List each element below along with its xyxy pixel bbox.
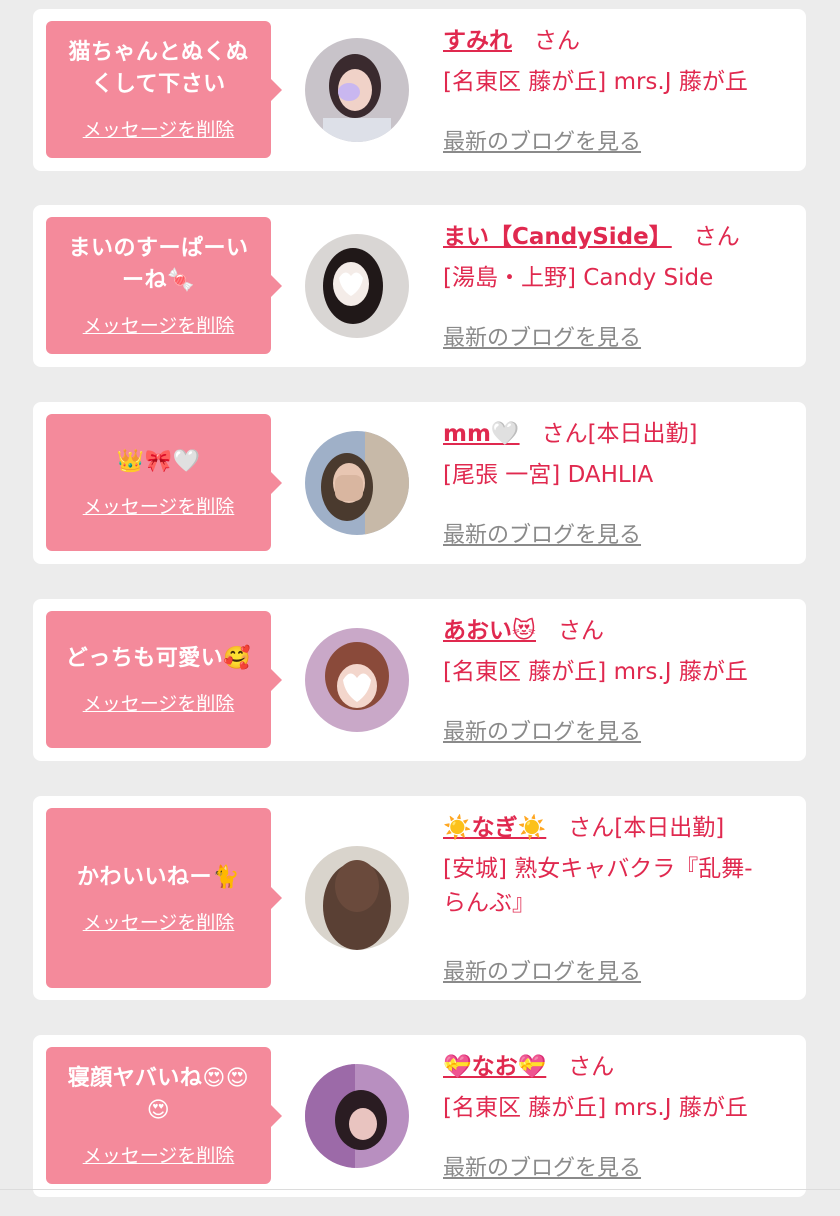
message-text: 👑🎀🤍 xyxy=(116,449,201,474)
avatar[interactable] xyxy=(305,1064,409,1168)
latest-blog-link[interactable]: 最新のブログを見る xyxy=(443,1150,641,1182)
avatar[interactable] xyxy=(305,628,409,732)
delete-message-link[interactable]: メッセージを削除 xyxy=(83,689,235,716)
girl-name-link[interactable]: ☀️なぎ☀️ xyxy=(443,815,546,841)
divider xyxy=(0,1189,840,1190)
girl-info: 💝なお💝 さん [名東区 藤が丘] mrs.J 藤が丘 xyxy=(443,1051,798,1125)
message-bubble: どっちも可愛い🥰 メッセージを削除 xyxy=(46,611,282,748)
message-card: かわいいねー🐈 メッセージを削除 ☀️なぎ☀️ さん[本日出勤] [安城] 熟女キ… xyxy=(33,796,806,1000)
girl-info: すみれ さん [名東区 藤が丘] mrs.J 藤が丘 xyxy=(443,25,798,99)
girl-name-link[interactable]: 💝なお💝 xyxy=(443,1054,546,1080)
girl-name-link[interactable]: すみれ xyxy=(443,28,512,54)
name-suffix: さん[本日出勤] xyxy=(541,421,698,447)
photo-avatar-icon xyxy=(305,431,409,535)
message-text: 寝顔ヤバいね😍😍😍 xyxy=(67,1066,250,1123)
delete-message-link[interactable]: メッセージを削除 xyxy=(83,115,235,142)
avatar[interactable] xyxy=(305,431,409,535)
shop-label: [名東区 藤が丘] mrs.J 藤が丘 xyxy=(443,659,748,685)
message-bubble: まいのすーぱーいーね🍬 メッセージを削除 xyxy=(46,217,282,354)
girl-name-link[interactable]: mm🤍 xyxy=(443,421,520,447)
message-text: どっちも可愛い🥰 xyxy=(65,646,252,671)
message-bubble: かわいいねー🐈 メッセージを削除 xyxy=(46,808,282,988)
delete-message-link[interactable]: メッセージを削除 xyxy=(83,908,235,935)
photo-avatar-icon xyxy=(305,38,409,142)
delete-message-link[interactable]: メッセージを削除 xyxy=(83,492,235,519)
message-text: まいのすーぱーいーね🍬 xyxy=(68,236,249,293)
shop-label: [名東区 藤が丘] mrs.J 藤が丘 xyxy=(443,1095,748,1121)
photo-avatar-icon xyxy=(305,1064,409,1168)
message-card: 👑🎀🤍 メッセージを削除 mm🤍 さん[本日出勤] [尾張 一宮] DAHLIA … xyxy=(33,402,806,564)
girl-info: mm🤍 さん[本日出勤] [尾張 一宮] DAHLIA xyxy=(443,418,798,492)
message-bubble: 寝顔ヤバいね😍😍😍 メッセージを削除 xyxy=(46,1047,282,1184)
photo-avatar-icon xyxy=(305,234,409,338)
shop-label: [湯島・上野] Candy Side xyxy=(443,265,714,291)
photo-avatar-icon xyxy=(305,628,409,732)
delete-message-link[interactable]: メッセージを削除 xyxy=(83,311,235,338)
latest-blog-link[interactable]: 最新のブログを見る xyxy=(443,124,641,156)
girl-name-link[interactable]: まい【CandySide】 xyxy=(443,224,672,250)
shop-label: [尾張 一宮] DAHLIA xyxy=(443,462,654,488)
girl-info: ☀️なぎ☀️ さん[本日出勤] [安城] 熟女キャバクラ『乱舞-らんぶ』 xyxy=(443,812,798,920)
latest-blog-link[interactable]: 最新のブログを見る xyxy=(443,714,641,746)
photo-avatar-icon xyxy=(305,846,409,950)
shop-label: [安城] 熟女キャバクラ『乱舞-らんぶ』 xyxy=(443,856,753,916)
name-suffix: さん xyxy=(693,224,740,250)
message-card: どっちも可愛い🥰 メッセージを削除 あおい😻 さん [名東区 藤が丘] mrs.J… xyxy=(33,599,806,761)
name-suffix: さん xyxy=(568,1054,615,1080)
girl-info: あおい😻 さん [名東区 藤が丘] mrs.J 藤が丘 xyxy=(443,615,798,689)
message-card: まいのすーぱーいーね🍬 メッセージを削除 まい【CandySide】 さん [湯島… xyxy=(33,205,806,367)
message-text: 猫ちゃんとぬくぬくして下さい xyxy=(68,40,249,97)
avatar[interactable] xyxy=(305,846,409,950)
latest-blog-link[interactable]: 最新のブログを見る xyxy=(443,320,641,352)
message-list: 猫ちゃんとぬくぬくして下さい メッセージを削除 すみれ さん [名東区 藤が丘] … xyxy=(0,0,840,1216)
girl-info: まい【CandySide】 さん [湯島・上野] Candy Side xyxy=(443,221,798,295)
girl-name-link[interactable]: あおい😻 xyxy=(443,618,536,644)
message-bubble: 猫ちゃんとぬくぬくして下さい メッセージを削除 xyxy=(46,21,282,158)
name-suffix: さん xyxy=(557,618,604,644)
latest-blog-link[interactable]: 最新のブログを見る xyxy=(443,954,641,986)
name-suffix: さん xyxy=(534,28,580,54)
message-card: 猫ちゃんとぬくぬくして下さい メッセージを削除 すみれ さん [名東区 藤が丘] … xyxy=(33,9,806,171)
latest-blog-link[interactable]: 最新のブログを見る xyxy=(443,517,641,549)
delete-message-link[interactable]: メッセージを削除 xyxy=(83,1141,235,1168)
avatar[interactable] xyxy=(305,38,409,142)
message-bubble: 👑🎀🤍 メッセージを削除 xyxy=(46,414,282,551)
avatar[interactable] xyxy=(305,234,409,338)
message-card: 寝顔ヤバいね😍😍😍 メッセージを削除 💝なお💝 さん [名東区 藤が丘] mrs.… xyxy=(33,1035,806,1197)
message-text: かわいいねー🐈 xyxy=(77,864,240,890)
name-suffix: さん[本日出勤] xyxy=(568,815,725,841)
shop-label: [名東区 藤が丘] mrs.J 藤が丘 xyxy=(443,69,748,95)
